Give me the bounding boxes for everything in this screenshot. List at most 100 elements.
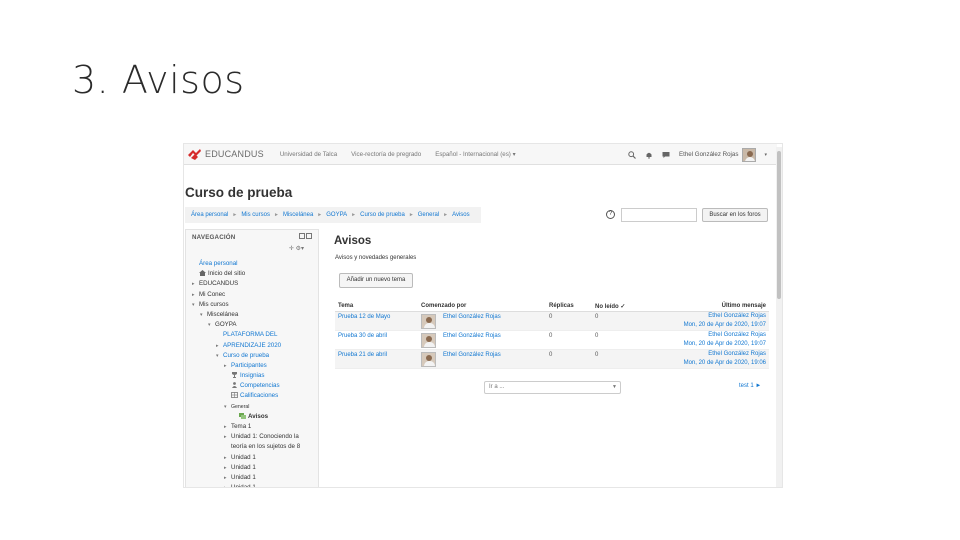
nav-tree-item-label: Mis cursos <box>199 300 229 308</box>
author-avatar[interactable] <box>421 314 436 329</box>
nav-tree-item[interactable]: teoría en los sujetos de 8 <box>192 442 318 452</box>
search-icon[interactable] <box>628 150 636 159</box>
nav-tree-item[interactable]: ▸ Unidad 1 <box>192 473 318 483</box>
discussion-topic-link[interactable]: Prueba 30 de abril <box>338 333 387 339</box>
nav-tree-item[interactable]: ▸ Unidad 1: Conociendo la <box>192 432 318 442</box>
nav-tree-item-label: Miscelánea <box>207 310 239 318</box>
nav-tree-item[interactable]: ▸Unidad 1 <box>192 453 318 463</box>
column-header-started-by[interactable]: Comenzado por <box>421 303 466 309</box>
unread-count[interactable]: 0 <box>595 314 598 320</box>
nav-link-university[interactable]: Universidad de Talca <box>280 151 337 158</box>
breadcrumb-item[interactable]: Curso de prueba <box>360 212 405 218</box>
home-icon <box>199 270 206 277</box>
user-avatar[interactable] <box>742 147 757 162</box>
breadcrumb-separator-icon: ► <box>232 212 238 218</box>
educandus-logo-icon <box>188 148 201 160</box>
nav-tree-item[interactable]: ▾ GOYPA <box>192 320 318 330</box>
column-header-topic[interactable]: Tema <box>338 303 353 309</box>
page-scrollbar[interactable] <box>776 147 782 487</box>
collapsed-arrow-icon: ▸ <box>224 454 227 461</box>
nav-tree-item[interactable]: ▸ Mi Conec <box>192 290 318 300</box>
nav-tree-item-label: Unidad 1 <box>231 473 256 481</box>
nav-tree-item[interactable]: PLATAFORMA DEL <box>192 330 318 340</box>
last-post-author-link[interactable]: Ethel González Rojas <box>708 332 766 338</box>
nav-tree-item[interactable]: ▸ Participantes <box>192 361 318 371</box>
user-menu-name[interactable]: Ethel González Rojas <box>679 151 739 158</box>
nav-tree-item[interactable]: ▾ General <box>192 402 318 412</box>
nav-tree-item-label: GOYPA <box>215 321 237 329</box>
nav-tree-item-label: Competencias <box>240 382 280 390</box>
nav-tree-item[interactable]: ▸ EDUCANDUS <box>192 279 318 289</box>
nav-tree-item[interactable]: Inicio del sitio <box>192 269 318 279</box>
breadcrumb-item[interactable]: Mis cursos <box>241 212 270 218</box>
breadcrumb-item[interactable]: General <box>418 212 439 218</box>
column-header-unread[interactable]: No leído ✓ <box>595 303 625 310</box>
nav-tree-item[interactable]: Insignias <box>192 371 318 381</box>
brand-logo[interactable]: EDUCANDUS <box>187 148 264 161</box>
breadcrumb-item[interactable]: Área personal <box>191 212 228 218</box>
nav-tree-item-label: EDUCANDUS <box>199 280 239 288</box>
last-post-author-link[interactable]: Ethel González Rojas <box>708 351 766 357</box>
chevron-down-icon[interactable]: ▾ <box>764 152 767 158</box>
discussion-author-link[interactable]: Ethel González Rojas <box>443 333 501 339</box>
author-avatar[interactable] <box>421 333 436 348</box>
nav-tree-item[interactable]: ▸Unidad 1 <box>192 483 318 488</box>
nav-tree-item-label: APRENDIZAJE 2020 <box>223 341 282 349</box>
nav-tree-item[interactable]: ▸ Tema 1 <box>192 422 318 432</box>
jump-to-select[interactable]: Ir a ... ▼ <box>484 381 621 394</box>
forum-search-button[interactable]: Buscar en los foros <box>702 208 768 222</box>
bell-icon[interactable] <box>645 151 653 159</box>
brand-name: EDUCANDUS <box>205 149 264 159</box>
unread-count[interactable]: 0 <box>595 333 598 339</box>
last-post-author-link[interactable]: Ethel González Rojas <box>708 313 766 319</box>
discussion-author-link[interactable]: Ethel González Rojas <box>443 352 501 358</box>
nav-tree-item[interactable]: ▾ Miscelánea <box>192 310 318 320</box>
collapsed-arrow-icon: ▸ <box>224 362 227 369</box>
column-header-last-post[interactable]: Último mensaje <box>722 303 766 309</box>
breadcrumb-item[interactable]: Miscelánea <box>283 212 313 218</box>
help-icon[interactable]: ? <box>606 210 615 219</box>
breadcrumb-item[interactable]: GOYPA <box>326 212 347 218</box>
add-topic-button[interactable]: Añadir un nuevo tema <box>339 273 413 288</box>
author-avatar[interactable] <box>421 352 436 367</box>
breadcrumb-current[interactable]: Avisos <box>452 212 470 218</box>
replies-count[interactable]: 0 <box>549 352 552 358</box>
nav-tree-item-label: Calificaciones <box>240 392 279 400</box>
block-actions-icon[interactable]: ✛ ⚙▾ <box>289 245 304 252</box>
column-header-replies[interactable]: Réplicas <box>549 303 574 309</box>
scrollbar-thumb[interactable] <box>777 151 781 299</box>
next-activity-link[interactable]: test 1 ► <box>739 383 761 389</box>
dock-block-icon[interactable] <box>306 233 312 239</box>
last-post-date-link[interactable]: Mon, 20 de Apr de 2020, 19:07 <box>684 322 766 328</box>
nav-tree-item[interactable]: ▾ Curso de prueba <box>192 351 318 361</box>
last-post-date-link[interactable]: Mon, 20 de Apr de 2020, 19:07 <box>684 341 766 347</box>
replies-count[interactable]: 0 <box>549 314 552 320</box>
chat-icon[interactable] <box>662 151 670 159</box>
replies-count[interactable]: 0 <box>549 333 552 339</box>
last-post-date-link[interactable]: Mon, 20 de Apr de 2020, 19:06 <box>684 360 766 366</box>
breadcrumb-separator-icon: ► <box>408 212 414 218</box>
collapse-block-icon[interactable] <box>299 233 305 239</box>
nav-link-vicerrectoria[interactable]: Vice-rectoría de pregrado <box>351 151 421 158</box>
language-menu[interactable]: Español - Internacional (es) ▾ <box>435 151 516 158</box>
table-body: Prueba 12 de Mayo Ethel González Rojas 0 0 E… <box>335 312 769 369</box>
discussion-topic-link[interactable]: Prueba 21 de abril <box>338 352 387 358</box>
nav-tree-item[interactable]: Avisos <box>192 412 318 422</box>
nav-tree-item-label: Unidad 1 <box>231 463 256 471</box>
collapsed-arrow-icon: ▸ <box>224 474 227 481</box>
unread-count[interactable]: 0 <box>595 352 598 358</box>
nav-tree-item[interactable]: ▸ APRENDIZAJE 2020 <box>192 341 318 351</box>
discussion-author-link[interactable]: Ethel González Rojas <box>443 314 501 320</box>
forum-search-input[interactable] <box>621 208 697 222</box>
discussion-topic-link[interactable]: Prueba 12 de Mayo <box>338 314 390 320</box>
nav-tree-item[interactable]: ▾ Mis cursos <box>192 300 318 310</box>
nav-tree-item[interactable]: Área personal <box>192 259 318 269</box>
course-title: Curso de prueba <box>185 185 293 200</box>
nav-tree-item[interactable]: Competencias <box>192 381 318 391</box>
nav-tree-item-label: Tema 1 <box>231 423 252 430</box>
nav-tree-item-label: Unidad 1 <box>231 484 256 488</box>
expanded-arrow-icon: ▾ <box>224 403 227 410</box>
expanded-arrow-icon: ▾ <box>216 352 219 359</box>
nav-tree-item[interactable]: Calificaciones <box>192 391 318 401</box>
nav-tree-item[interactable]: ▸Unidad 1 <box>192 463 318 473</box>
